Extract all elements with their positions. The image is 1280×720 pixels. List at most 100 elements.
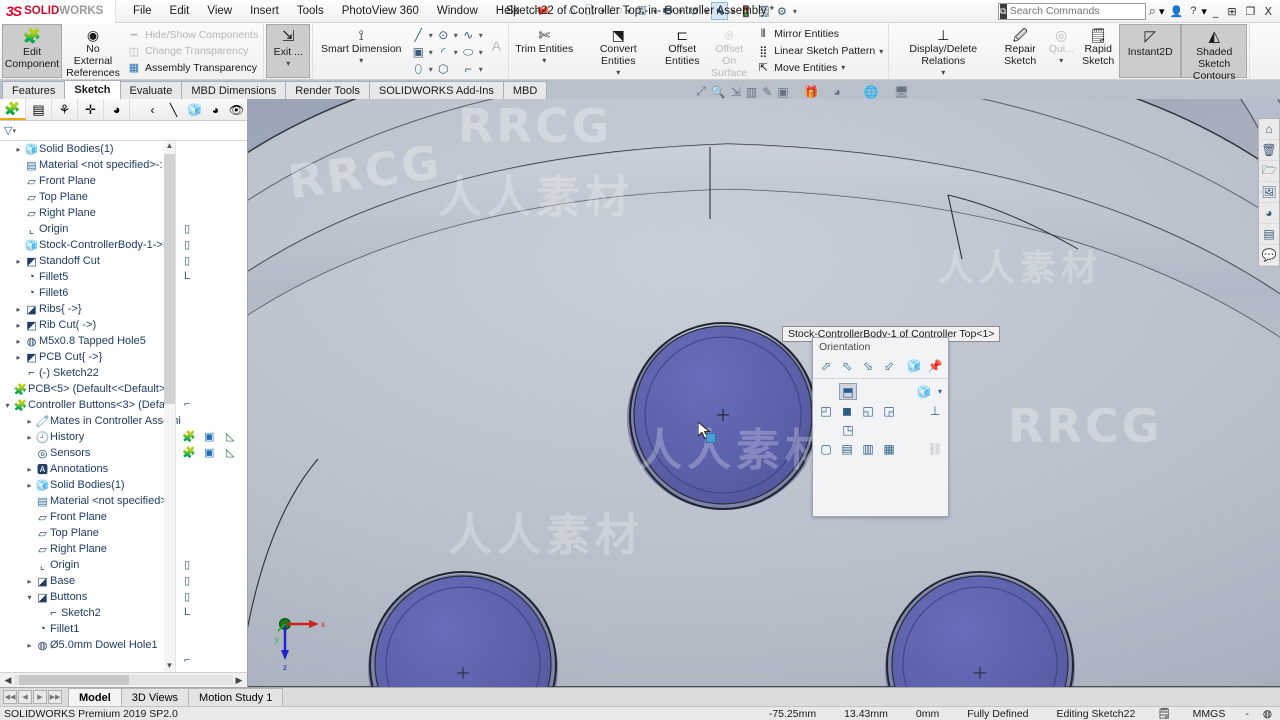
search-caret[interactable]: ▾ — [1159, 5, 1165, 18]
slot-caret[interactable]: ▾ — [427, 65, 434, 74]
spline-caret[interactable]: ▾ — [477, 31, 484, 40]
trim-entities-caret[interactable]: ▾ — [542, 55, 546, 67]
tree-expander[interactable]: ▸ — [13, 305, 24, 314]
tree-expander[interactable]: ▸ — [13, 257, 24, 266]
edit-component-button[interactable]: 🧩 Edit Component — [2, 24, 62, 78]
four-view-icon[interactable]: ▦ — [880, 440, 898, 457]
sketch-text-icon[interactable]: A — [486, 24, 506, 78]
tab-evaluate[interactable]: Evaluate — [119, 81, 183, 99]
orientation-palette[interactable]: Orientation ⬀ ⬁ ⬂ ⬃ 🧊 📌 ⬒ 🧊 ▾ ◰ ◼ ◱ ◲ ⊥ … — [812, 337, 949, 517]
menu-window[interactable]: Window — [428, 2, 487, 20]
move-entities-button[interactable]: ⇱ Move Entities ▾ — [756, 59, 883, 76]
tab-render-tools[interactable]: Render Tools — [285, 81, 370, 99]
tree-scroll-thumb[interactable] — [164, 154, 175, 404]
apply-scene-icon[interactable]: 🌐 — [864, 85, 879, 99]
menu-insert[interactable]: Insert — [241, 2, 288, 20]
tree-expander[interactable]: ▸ — [13, 145, 24, 154]
display-delete-relations-button[interactable]: ⊥ Display/Delete Relations ▾ — [891, 24, 995, 78]
tree-item[interactable]: ◔ Fillet5 — [0, 269, 247, 285]
custom-props-icon[interactable]: ▤ — [1259, 224, 1279, 245]
tree-expander[interactable]: ▸ — [24, 417, 35, 426]
tab-features[interactable]: Features — [2, 81, 66, 99]
front-view-icon[interactable]: ⬂ — [859, 357, 877, 374]
tree-item[interactable]: ▸ ◍ Ø5.0mm Dowel Hole1 — [0, 637, 247, 653]
options-icon[interactable]: ⚙ — [773, 2, 790, 20]
cleanup-icon[interactable]: 🗑 — [1259, 140, 1279, 161]
search-input[interactable] — [1009, 5, 1145, 17]
status-units-caret[interactable]: - — [1239, 708, 1255, 720]
tree-item[interactable]: ▱ Front Plane — [0, 173, 247, 189]
ellipse-caret[interactable]: ▾ — [477, 48, 484, 57]
exit-sketch-button[interactable]: ⇲ Exit ... ▾ — [266, 24, 311, 78]
tree-item[interactable]: ▸ 🧊 Solid Bodies(1) — [0, 141, 247, 157]
close-button[interactable]: X — [1261, 5, 1275, 18]
tree-expander[interactable]: ▸ — [13, 321, 24, 330]
tab-mbd-dimensions[interactable]: MBD Dimensions — [181, 81, 287, 99]
menu-help[interactable]: Help — [487, 2, 529, 20]
tree-scroll-down-arrow[interactable]: ▼ — [164, 661, 175, 672]
two-view-vertical-icon[interactable]: ▥ — [859, 440, 877, 457]
filter-icon[interactable]: ▽ — [4, 124, 12, 137]
hscroll-thumb[interactable] — [19, 675, 129, 685]
rectangle-icon[interactable]: ▣ — [409, 44, 427, 60]
tree-item[interactable]: ⌐ Sketch2 — [0, 605, 247, 621]
help-caret[interactable]: ▾ — [1201, 5, 1207, 18]
hscroll-left-arrow[interactable]: ◀ — [2, 675, 14, 686]
colors-icon[interactable]: ◕ — [1259, 203, 1279, 224]
tree-expander[interactable]: ▸ — [24, 465, 35, 474]
menu-view[interactable]: View — [198, 2, 241, 20]
tree-item[interactable]: ▸ ◍ M5x0.8 Tapped Hole5 — [0, 333, 247, 349]
tree-item[interactable]: ⌐ (-) Sketch22 — [0, 365, 247, 381]
tree-item[interactable]: 🧊 Stock-ControllerBody-1->: — [0, 237, 247, 253]
graphics-viewport[interactable]: RRCG RRCG RRCG 人人素材 人人素材 人人素材 人人素材 Stock… — [248, 99, 1280, 687]
menu-file[interactable]: File — [124, 2, 161, 20]
tab-motion-study-1[interactable]: Motion Study 1 — [188, 688, 284, 706]
open-icon[interactable]: 🗁 — [607, 2, 624, 20]
tree-item[interactable]: ▸ 🅰 Annotations — [0, 461, 247, 477]
file-properties-icon[interactable]: 🗒 — [755, 2, 772, 20]
section-view-icon[interactable]: ▥ — [746, 85, 757, 99]
isometric-view-icon[interactable]: ⬒ — [839, 383, 857, 400]
tree-item[interactable]: ◎ Sensors — [0, 445, 247, 461]
undo-icon[interactable]: ↺ — [685, 2, 702, 20]
collapse-icon[interactable]: ‹ — [142, 99, 163, 120]
zoom-to-fit-icon[interactable]: ⤢ — [696, 84, 706, 99]
rapid-sketch-button[interactable]: 🗒 Rapid Sketch — [1077, 24, 1119, 78]
tab-nav-first[interactable]: ◀◀ — [3, 690, 17, 704]
display-style-icon[interactable]: ▣ — [777, 85, 788, 99]
convert-entities-button[interactable]: ⬔ Convert Entities ▾ — [577, 24, 659, 78]
edit-appearance-icon[interactable]: ◕ — [834, 85, 841, 99]
tab-nav-last[interactable]: ▶▶ — [48, 690, 62, 704]
ellipse-icon[interactable]: ⬭ — [459, 44, 477, 60]
exit-sketch-caret[interactable]: ▾ — [286, 58, 290, 70]
tree-expander[interactable]: ▸ — [24, 481, 35, 490]
linear-sketch-pattern-button[interactable]: ⣿ Linear Sketch Pattern ▾ — [756, 43, 883, 60]
dimxpert-manager-icon[interactable]: ✛ — [78, 99, 104, 120]
new-doc-icon[interactable]: 🗋 — [581, 2, 598, 20]
help-icon[interactable]: ? — [1188, 5, 1198, 17]
tree-item[interactable]: ▱ Top Plane — [0, 189, 247, 205]
tree-item[interactable]: ▸ 🕘 History — [0, 429, 247, 445]
view-settings-icon[interactable]: 🖥 — [894, 85, 909, 99]
tab-nav-next[interactable]: ▶ — [33, 690, 47, 704]
mirror-entities-button[interactable]: ⫴ Mirror Entities — [756, 26, 883, 43]
tree-item[interactable]: ⌞ Origin — [0, 221, 247, 237]
rebuild-icon[interactable]: 🚦 — [737, 2, 754, 20]
tree-item[interactable]: ▸ ◩ PCB Cut{ ->} — [0, 349, 247, 365]
assembly-transparency-button[interactable]: ▦ Assembly Transparency — [127, 60, 258, 77]
move-entities-caret[interactable]: ▾ — [841, 63, 845, 72]
normal-to-icon[interactable]: ⬀ — [817, 357, 835, 374]
tree-vertical-scrollbar[interactable]: ▲ ▼ — [164, 141, 175, 672]
view-cube-caret[interactable]: ▾ — [936, 383, 944, 400]
property-manager-icon[interactable]: ▤ — [26, 99, 52, 120]
normal-to-icon[interactable]: ⊥ — [926, 402, 944, 419]
tree-horizontal-scrollbar[interactable]: ◀ ▶ — [0, 672, 247, 687]
tree-item[interactable]: ▱ Top Plane — [0, 525, 247, 541]
view-cube-icon[interactable]: 🧊 — [915, 383, 933, 400]
save-icon[interactable]: 🖫 — [633, 2, 650, 20]
tree-item[interactable]: ▤ Material <not specified> — [0, 493, 247, 509]
open-folder-icon[interactable]: 🗁 — [1259, 161, 1279, 182]
trim-entities-button[interactable]: ✄ Trim Entities ▾ — [511, 24, 577, 78]
tree-item[interactable]: ▾ 🧩 Controller Buttons<3> (Defau — [0, 397, 247, 413]
menu-edit[interactable]: Edit — [161, 2, 199, 20]
